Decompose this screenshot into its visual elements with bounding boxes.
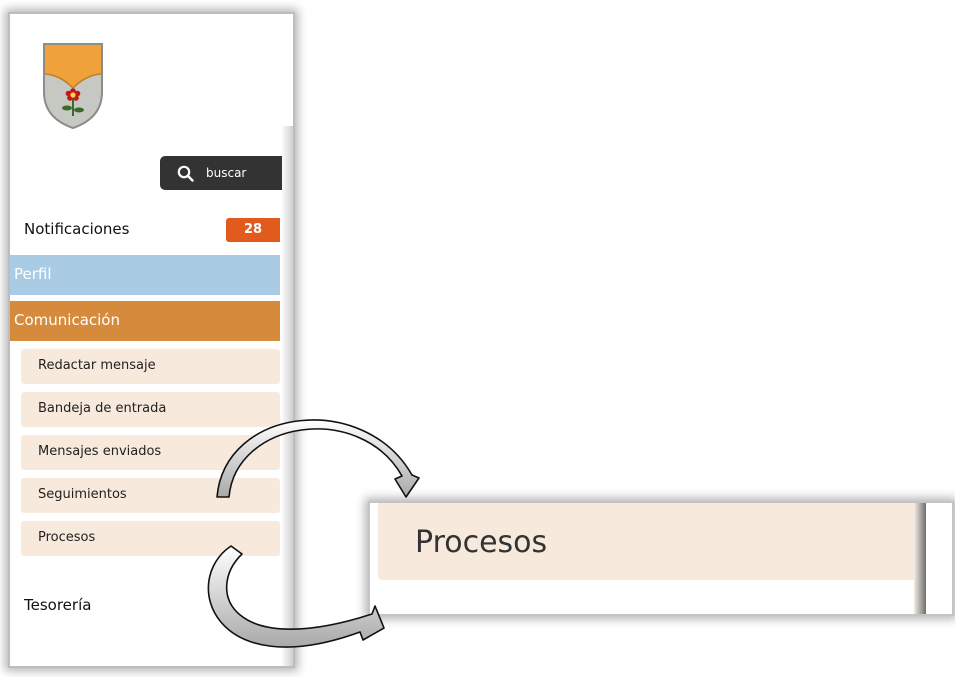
search-button[interactable]: buscar — [160, 156, 282, 190]
submenu-label: Seguimientos — [38, 487, 127, 502]
submenu-item-mensajes-enviados[interactable]: Mensajes enviados — [21, 435, 280, 470]
panel-edge-shadow — [281, 126, 293, 666]
sidebar-item-perfil[interactable]: Perfil — [10, 255, 280, 295]
comunicacion-label: Comunicación — [14, 311, 120, 329]
submenu-label: Mensajes enviados — [38, 444, 162, 459]
search-label: buscar — [206, 166, 247, 180]
procesos-zoom-inset: Procesos — [370, 503, 952, 614]
sidebar-item-notificaciones[interactable]: Notificaciones 28 — [10, 214, 280, 248]
submenu-label: Redactar mensaje — [38, 358, 156, 373]
sidebar-screenshot: buscar Notificaciones 28 Perfil Comunica… — [10, 14, 293, 666]
tesoreria-label: Tesorería — [24, 596, 92, 614]
notificaciones-label: Notificaciones — [24, 220, 130, 238]
submenu-item-redactar-mensaje[interactable]: Redactar mensaje — [21, 349, 280, 384]
submenu-item-seguimientos[interactable]: Seguimientos — [21, 478, 280, 513]
submenu-label: Procesos — [38, 530, 96, 545]
sidebar-item-tesoreria[interactable]: Tesorería — [10, 592, 280, 622]
crest-logo — [43, 43, 103, 130]
search-icon — [177, 165, 194, 182]
perfil-label: Perfil — [14, 265, 52, 283]
zoomed-procesos-label: Procesos — [415, 525, 548, 560]
submenu-label: Bandeja de entrada — [38, 401, 167, 416]
submenu-item-bandeja-de-entrada[interactable]: Bandeja de entrada — [21, 392, 280, 427]
notification-count-badge: 28 — [226, 218, 280, 242]
sidebar-item-comunicacion[interactable]: Comunicación — [10, 301, 280, 341]
zoomed-submenu-item-procesos[interactable]: Procesos — [378, 503, 918, 580]
zoom-edge-shadow — [914, 503, 926, 614]
submenu-item-procesos[interactable]: Procesos — [21, 521, 280, 556]
